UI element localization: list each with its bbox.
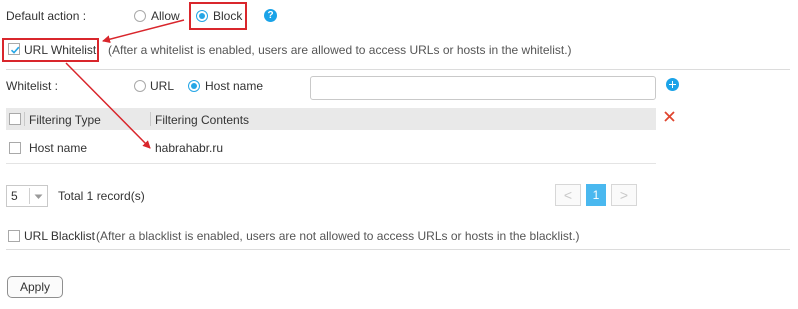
select-all-checkbox[interactable]: [9, 113, 21, 125]
row-filtering-type: Host name: [29, 141, 88, 155]
radio-block[interactable]: [196, 10, 208, 22]
prev-page-button[interactable]: <: [555, 184, 581, 206]
checkmark-icon: [10, 46, 20, 54]
url-blacklist-label[interactable]: URL Blacklist: [24, 228, 95, 244]
radio-allow[interactable]: [134, 10, 146, 22]
url-blacklist-note: (After a blacklist is enabled, users are…: [96, 229, 580, 243]
radio-url-label[interactable]: URL: [150, 78, 174, 94]
header-filtering-type: Filtering Type: [29, 113, 101, 127]
arrow-whitelist-to-entry: [65, 62, 151, 149]
url-blacklist-checkbox[interactable]: [8, 230, 20, 242]
radio-block-label[interactable]: Block: [213, 8, 242, 24]
radio-host-name[interactable]: [188, 80, 200, 92]
column-divider: [150, 112, 151, 126]
column-divider: [24, 112, 25, 126]
radio-url[interactable]: [134, 80, 146, 92]
page-size-value: 5: [11, 189, 18, 203]
select-divider: [29, 188, 30, 204]
divider-bottom: [6, 249, 790, 250]
add-icon[interactable]: [666, 78, 679, 91]
total-records: Total 1 record(s): [58, 189, 145, 203]
url-whitelist-label[interactable]: URL Whitelist: [24, 42, 96, 58]
url-whitelist-checkbox[interactable]: [8, 43, 20, 55]
page-1-button[interactable]: 1: [586, 184, 606, 206]
next-page-button[interactable]: >: [611, 184, 637, 206]
page-size-select[interactable]: 5: [6, 185, 48, 207]
row-checkbox[interactable]: [9, 142, 21, 154]
row-divider: [6, 163, 656, 164]
whitelist-input[interactable]: [310, 76, 656, 100]
delete-icon[interactable]: [664, 111, 675, 125]
radio-host-name-label[interactable]: Host name: [205, 78, 263, 94]
header-filtering-contents: Filtering Contents: [155, 113, 250, 127]
radio-allow-label[interactable]: Allow: [151, 8, 180, 24]
default-action-label: Default action :: [6, 9, 87, 23]
caret-down-icon: [34, 194, 43, 199]
divider-top: [6, 69, 790, 70]
apply-button[interactable]: Apply: [7, 276, 63, 298]
table-header: [6, 108, 656, 130]
url-whitelist-note: (After a whitelist is enabled, users are…: [108, 43, 572, 57]
row-filtering-contents: habrahabr.ru: [155, 141, 224, 155]
help-icon[interactable]: ?: [264, 9, 277, 22]
whitelist-label: Whitelist :: [6, 79, 59, 93]
